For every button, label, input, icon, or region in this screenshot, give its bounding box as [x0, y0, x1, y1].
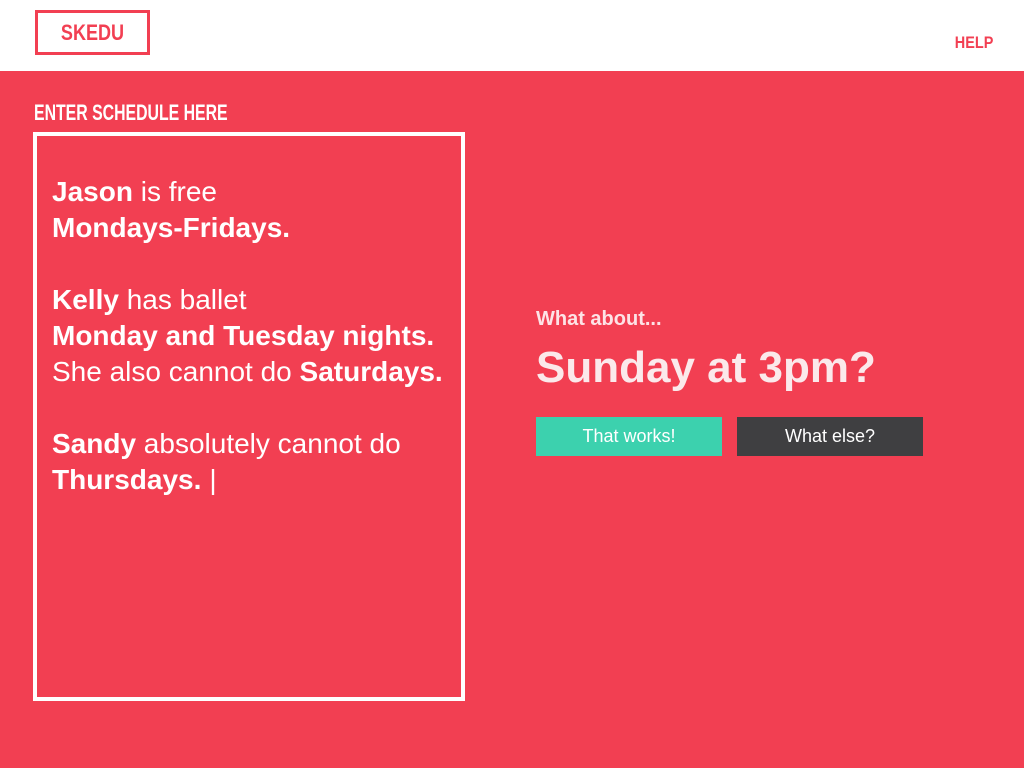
text-caret: |: [209, 464, 217, 495]
schedule-entry-sandy: Sandy absolutely cannot do Thursdays. |: [52, 426, 452, 498]
skedu-logo[interactable]: SKEDU: [35, 10, 150, 55]
entry-bold: Monday and Tuesday nights.: [52, 320, 435, 351]
help-link[interactable]: HELP: [948, 33, 993, 53]
suggestion-buttons: That works! What else?: [536, 417, 923, 456]
schedule-entry-jason: Jason is free Mondays-Fridays.: [52, 174, 452, 246]
help-label: HELP: [954, 33, 993, 52]
that-works-button[interactable]: That works!: [536, 417, 722, 456]
what-else-button[interactable]: What else?: [737, 417, 923, 456]
schedule-input[interactable]: Jason is free Mondays-Fridays. Kelly has…: [33, 132, 465, 701]
entry-bold: Mondays-Fridays.: [52, 212, 291, 243]
schedule-entry-kelly: Kelly has ballet Monday and Tuesday nigh…: [52, 282, 452, 390]
entry-text: is free: [132, 176, 217, 207]
entry-name: Kelly: [52, 284, 119, 315]
entry-bold: Saturdays.: [299, 356, 443, 387]
suggestion-panel: What about... Sunday at 3pm?: [536, 308, 876, 393]
schedule-text: Jason is free Mondays-Fridays. Kelly has…: [52, 174, 452, 534]
schedule-label: ENTER SCHEDULE HERE: [34, 100, 228, 125]
entry-name: Sandy: [52, 428, 137, 459]
entry-text: absolutely cannot do: [136, 428, 401, 459]
suggested-time: Sunday at 3pm?: [536, 343, 876, 392]
suggestion-prompt: What about...: [536, 308, 662, 330]
entry-name: Jason: [52, 176, 133, 207]
entry-bold: Thursdays.: [52, 464, 202, 495]
entry-text: She also cannot do: [52, 356, 300, 387]
top-bar: SKEDU HELP: [0, 0, 1024, 71]
entry-text: has ballet: [118, 284, 247, 315]
logo-text: SKEDU: [60, 19, 125, 45]
